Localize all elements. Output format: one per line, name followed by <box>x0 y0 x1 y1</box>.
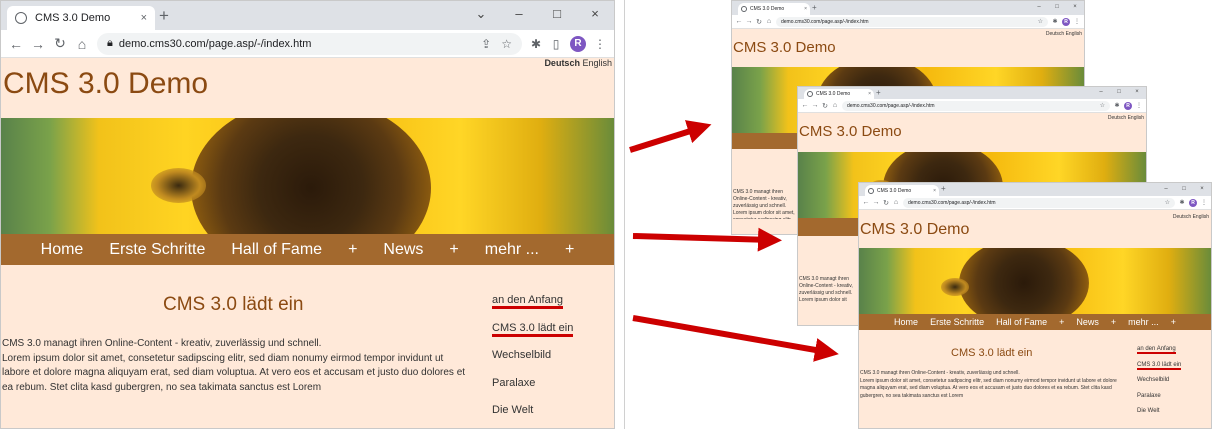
red-arrow-2 <box>632 227 782 252</box>
annotation-arrows <box>629 120 839 362</box>
red-arrow-3 <box>632 315 839 362</box>
red-arrow-1 <box>629 120 712 153</box>
